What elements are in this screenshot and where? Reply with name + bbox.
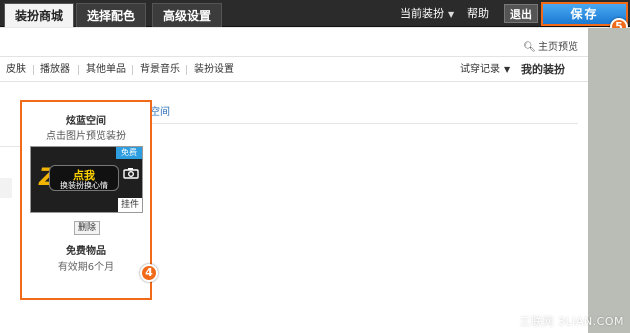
- delete-button[interactable]: 删除: [74, 221, 100, 235]
- nav-divider: [132, 65, 133, 75]
- caret-down-icon: ▼: [448, 10, 455, 19]
- validity-label: 有效期6个月: [57, 262, 115, 273]
- nav-item-dress-settings[interactable]: 装扮设置: [194, 57, 234, 83]
- nav-item-bg-music[interactable]: 背景音乐: [140, 57, 180, 83]
- dress-thumbnail[interactable]: Z 点我 换装扮换心情 免费 挂件: [30, 146, 143, 213]
- divider: [150, 123, 578, 124]
- homepage-preview-link[interactable]: 🔍︎ 主页预览: [523, 38, 578, 53]
- dress-item-card: 炫蓝空间 点击图片预览装扮 Z 点我 换装扮换心情 免费 挂件 删除 免费物品 …: [20, 100, 152, 300]
- thumbnail-banner: 点我 换装扮换心情: [49, 165, 119, 191]
- pendant-tag: 挂件: [118, 198, 142, 212]
- free-badge: 免费: [116, 147, 142, 159]
- help-link[interactable]: 帮助: [467, 0, 489, 27]
- camera-icon: [123, 168, 139, 179]
- current-dress-menu[interactable]: 当前装扮 ▼: [400, 0, 454, 27]
- background-strip: [588, 28, 630, 333]
- dress-subtitle: 点击图片预览装扮: [46, 131, 126, 142]
- tab-advanced-settings[interactable]: 高级设置: [152, 3, 223, 27]
- top-bar: 装扮商城 选择配色 高级设置 当前装扮 ▼ 帮助 退出 保存: [0, 0, 630, 27]
- nav-divider: [78, 65, 79, 75]
- trial-record-menu[interactable]: 试穿记录 ▼: [460, 57, 510, 83]
- left-panel-fragment: [0, 178, 12, 198]
- free-item-label: 免费物品: [66, 246, 106, 257]
- nav-item-skin[interactable]: 皮肤: [6, 57, 26, 83]
- my-dress-link[interactable]: 我的装扮: [521, 57, 565, 83]
- trial-record-label: 试穿记录: [460, 64, 500, 75]
- dress-title: 炫蓝空间: [66, 116, 106, 127]
- nav-item-other-items[interactable]: 其他单品: [86, 57, 126, 83]
- caret-down-icon: ▼: [504, 65, 511, 74]
- nav-item-player[interactable]: 播放器: [40, 57, 70, 83]
- watermark: 三联网 3LIAN.COM: [519, 315, 624, 328]
- nav-divider: [186, 65, 187, 75]
- search-icon: 🔍︎: [523, 42, 536, 53]
- homepage-preview-label: 主页预览: [538, 42, 578, 53]
- tab-dress-mall[interactable]: 装扮商城: [4, 3, 75, 27]
- current-dress-label: 当前装扮: [400, 7, 444, 20]
- nav-divider: [33, 65, 34, 75]
- space-link[interactable]: 空间: [150, 103, 170, 118]
- page-content: 🔍︎ 主页预览 皮肤 播放器 其他单品 背景音乐 装扮设置 试穿记录 ▼ 我的装扮 …: [0, 28, 588, 333]
- exit-button[interactable]: 退出: [504, 4, 538, 23]
- divider: [0, 146, 20, 147]
- callout-4: 4: [140, 264, 158, 282]
- category-nav: 皮肤 播放器 其他单品 背景音乐 装扮设置 试穿记录 ▼ 我的装扮: [0, 56, 588, 82]
- tab-choose-color[interactable]: 选择配色: [76, 3, 147, 27]
- thumbnail-banner-text: 换装扮换心情: [60, 181, 108, 190]
